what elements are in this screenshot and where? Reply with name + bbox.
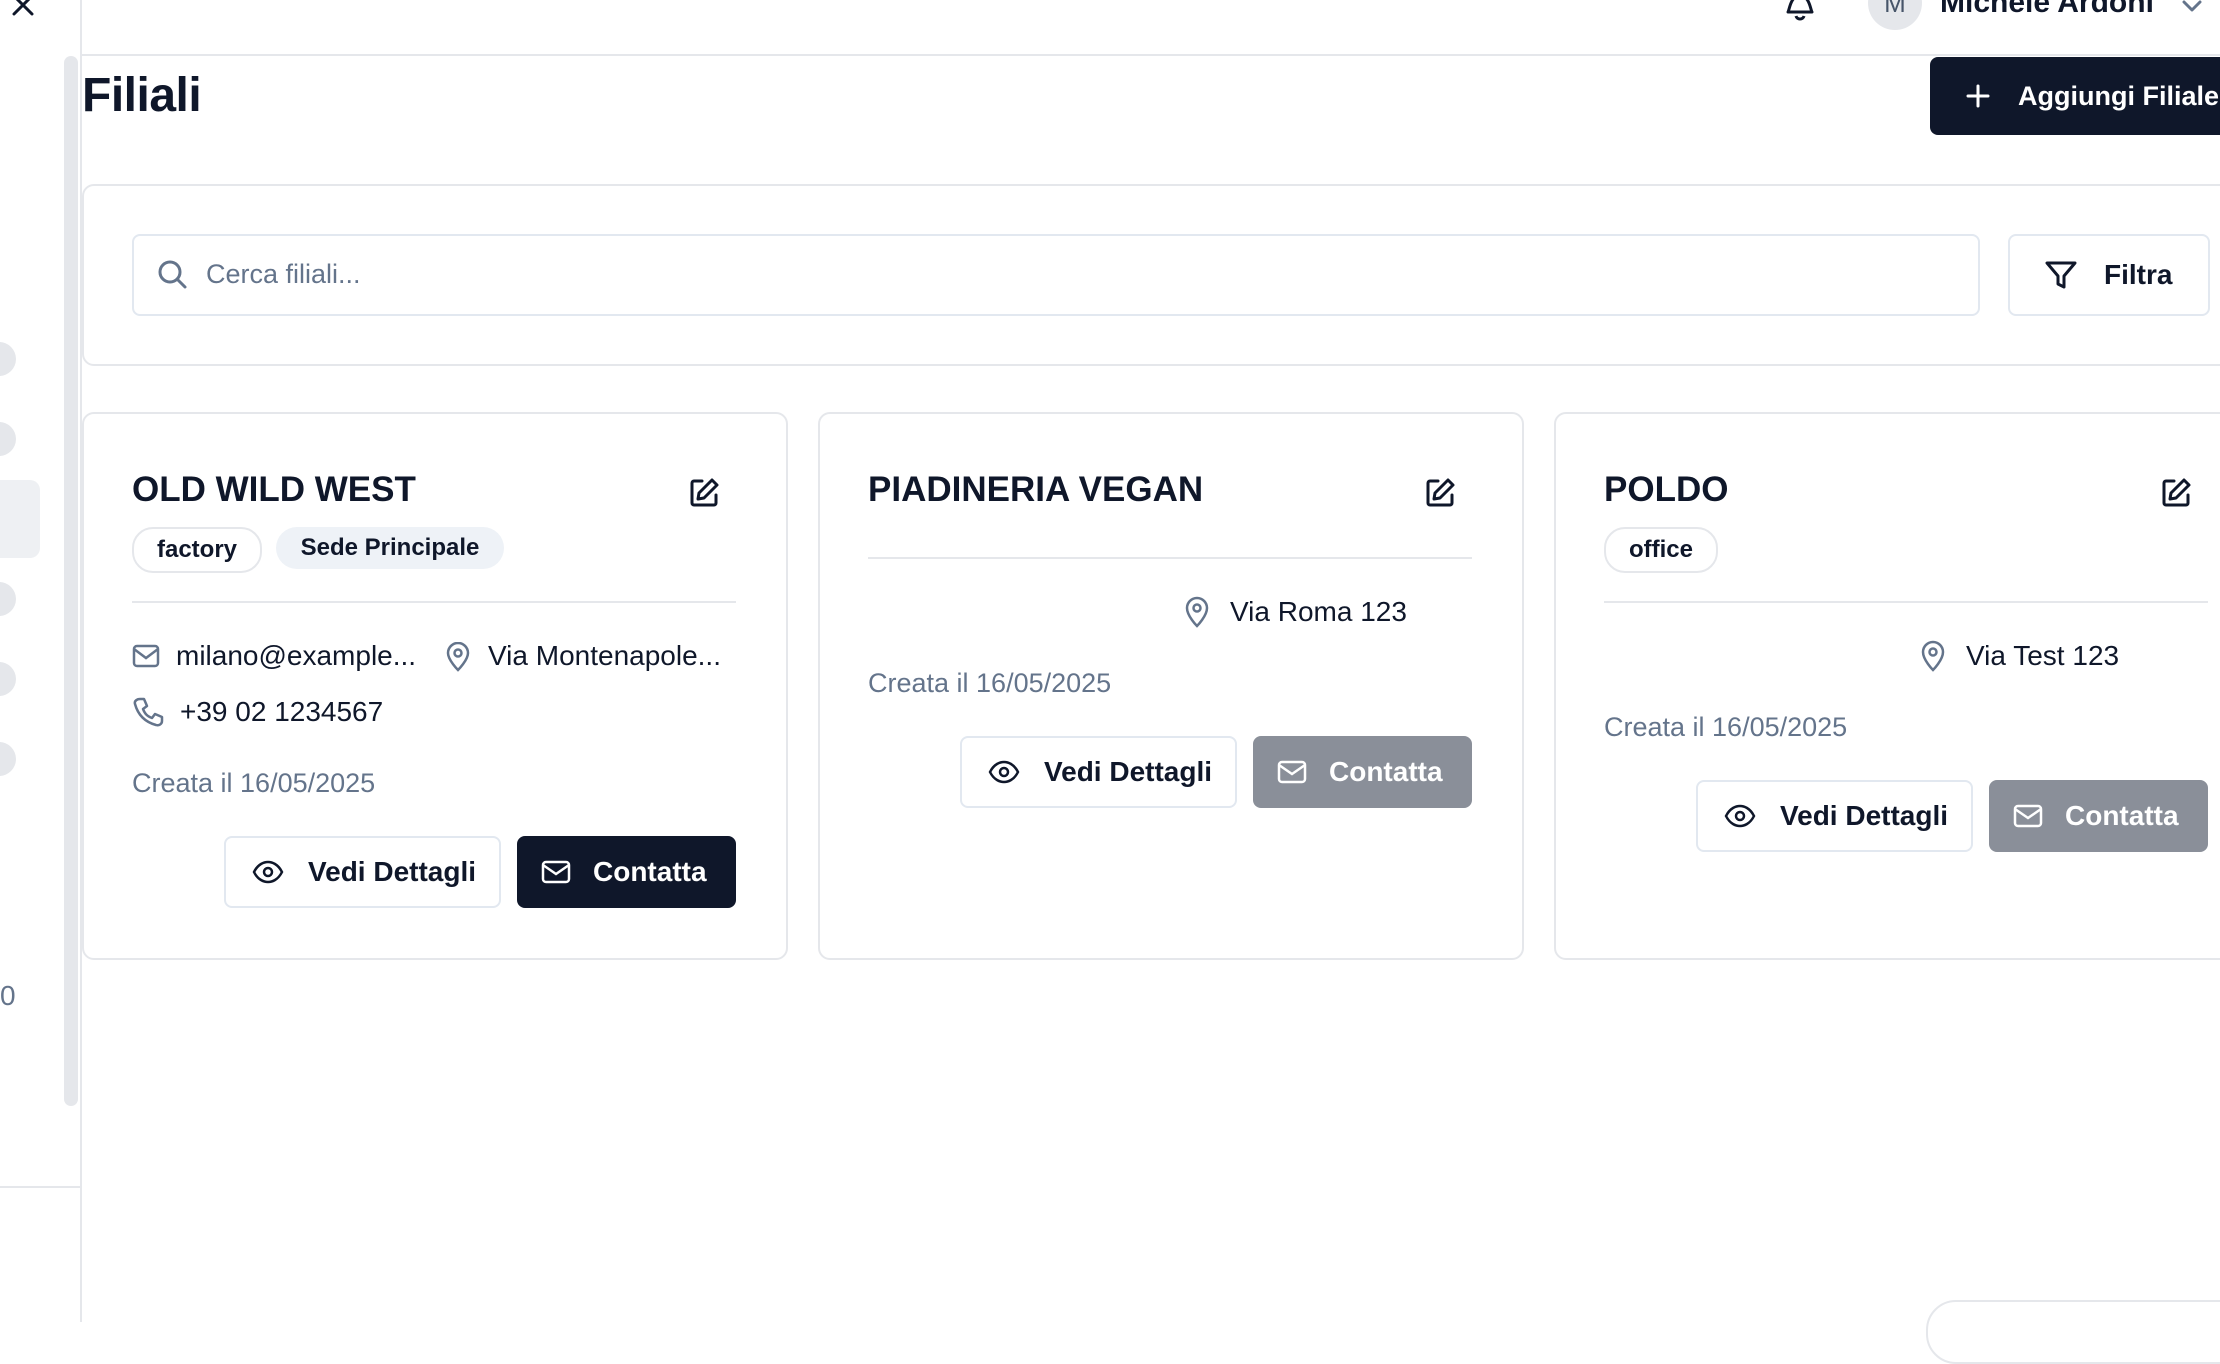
main-office-badge: Sede Principale [276,527,504,569]
close-icon[interactable] [8,0,38,20]
branch-type-badge: factory [132,527,262,573]
bell-icon[interactable] [1780,0,1820,22]
card-divider [868,557,1472,559]
plus-icon [1966,84,1990,108]
branch-email[interactable]: milano@example... [176,640,416,672]
branch-type-badge: office [1604,527,1718,573]
search-icon [156,258,188,290]
branch-address: Via Roma 123 [1230,596,1407,627]
view-details-button[interactable]: Vedi Dettagli [1696,780,1973,852]
card-divider [132,601,736,603]
view-details-label: Vedi Dettagli [1780,800,1949,831]
contact-button[interactable]: Contatta [517,836,736,908]
chevron-down-icon[interactable] [2180,0,2204,16]
contact-button[interactable]: Contatta [1989,780,2208,852]
page-title: Filiali [82,69,202,122]
branch-address: Via Montenapole... [488,640,721,671]
mail-icon [541,860,571,884]
filter-button[interactable]: Filtra [2008,234,2210,316]
branch-name: PIADINERIA VEGAN [868,470,1204,509]
edit-icon[interactable] [1424,477,1456,509]
created-date: Creata il 16/05/2025 [868,668,1112,698]
view-details-label: Vedi Dettagli [308,856,477,887]
add-branch-label: Aggiungi Filiale [2018,80,2219,111]
eye-icon [1724,804,1756,828]
contact-label: Contatta [2065,800,2179,831]
map-pin-icon [1184,596,1210,628]
mail-icon [1277,760,1307,784]
map-pin-icon [446,642,470,672]
contact-label: Contatta [593,856,707,887]
branch-name: OLD WILD WEST [132,470,416,509]
filter-label: Filtra [2104,259,2173,290]
edit-icon[interactable] [688,477,720,509]
search-input[interactable] [204,240,1948,308]
view-details-button[interactable]: Vedi Dettagli [224,836,501,908]
view-details-button[interactable]: Vedi Dettagli [960,736,1237,808]
sidebar-count: 0 [0,980,16,1011]
filter-icon [2045,261,2077,289]
sidebar-item-active[interactable] [0,480,40,558]
edit-icon[interactable] [2160,477,2192,509]
eye-icon [252,860,284,884]
add-branch-button[interactable]: Aggiungi Filiale [1930,57,2220,135]
contact-button[interactable]: Contatta [1253,736,1472,808]
card-divider [1604,601,2208,603]
mail-icon [132,644,160,668]
branch-phone[interactable]: +39 02 1234567 [180,696,383,728]
contact-label: Contatta [1329,756,1443,787]
branch-address: Via Test 123 [1966,640,2120,671]
branch-name: POLDO [1604,470,1729,509]
phone-icon [132,696,164,728]
created-date: Creata il 16/05/2025 [132,768,376,798]
mail-icon [2013,804,2043,828]
user-name[interactable]: Michele Ardoni [1940,0,2154,20]
floating-widget[interactable] [1926,1300,2220,1364]
map-pin-icon [1920,640,1946,672]
sidebar-divider [0,1186,80,1188]
sidebar-scrollbar[interactable] [64,56,78,1106]
eye-icon [988,760,1020,784]
view-details-label: Vedi Dettagli [1044,756,1213,787]
created-date: Creata il 16/05/2025 [1604,712,1848,742]
